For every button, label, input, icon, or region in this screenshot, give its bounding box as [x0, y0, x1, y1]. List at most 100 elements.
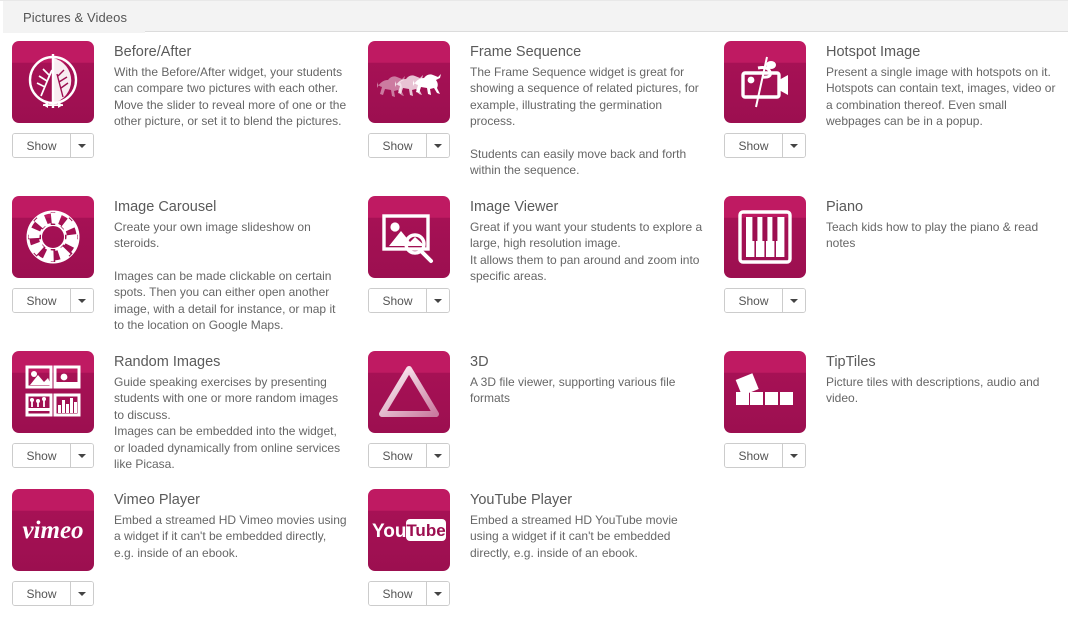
show-split-button[interactable]: Show: [12, 581, 94, 606]
widget-card-3d: Show 3D A 3D file viewer, supporting var…: [356, 351, 712, 489]
widget-text-column: Piano Teach kids how to play the piano &…: [816, 196, 1068, 351]
widget-description: A 3D file viewer, supporting various fil…: [470, 374, 704, 407]
widget-title: TipTiles: [826, 354, 876, 370]
widget-tile-column: You Tube Show: [368, 489, 460, 624]
description-paragraph: A 3D file viewer, supporting various fil…: [470, 375, 676, 406]
chevron-down-icon[interactable]: [71, 134, 93, 157]
chevron-down-icon[interactable]: [427, 134, 449, 157]
widget-title: Hotspot Image: [826, 44, 921, 60]
frame-sequence-horses-icon: [368, 41, 450, 123]
widget-text-column: 3D A 3D file viewer, supporting various …: [460, 351, 712, 489]
widget-tile-column: Show: [12, 41, 104, 196]
widget-title: Piano: [826, 199, 864, 215]
show-button[interactable]: Show: [369, 134, 426, 157]
widget-title: YouTube Player: [470, 492, 573, 508]
show-split-button[interactable]: Show: [724, 133, 806, 158]
widget-row: Show Before/After With the Before/After …: [0, 41, 1068, 196]
widget-card-random-images: Show Random Images Guide speaking exerci…: [0, 351, 356, 489]
show-button[interactable]: Show: [725, 134, 782, 157]
show-split-button[interactable]: Show: [368, 133, 450, 158]
show-button[interactable]: Show: [13, 289, 70, 312]
chevron-down-icon[interactable]: [427, 444, 449, 467]
widget-title: Vimeo Player: [114, 492, 200, 508]
widget-card-hotspot-image: Show Hotspot Image Present a single imag…: [712, 41, 1068, 196]
widget-card-frame-sequence: Show Frame Sequence The Frame Sequence w…: [356, 41, 712, 196]
widget-tile-column: Show: [724, 196, 816, 351]
widget-title: Before/After: [114, 44, 192, 60]
widget-tile-column: Show: [12, 196, 104, 351]
show-split-button[interactable]: Show: [724, 288, 806, 313]
show-split-button[interactable]: Show: [368, 288, 450, 313]
svg-text:Tube: Tube: [406, 521, 445, 540]
chevron-down-icon[interactable]: [427, 289, 449, 312]
show-button[interactable]: Show: [369, 582, 426, 605]
show-split-button[interactable]: Show: [368, 443, 450, 468]
widget-title: Random Images: [114, 354, 221, 370]
widget-text-column: Image Carousel Create your own image sli…: [104, 196, 356, 351]
widget-title: Image Viewer: [470, 199, 559, 215]
description-paragraph: Present a single image with hotspots on …: [826, 65, 1056, 129]
show-button[interactable]: Show: [725, 289, 782, 312]
show-button[interactable]: Show: [13, 582, 70, 605]
widget-tile-column: Show: [724, 41, 816, 196]
chevron-down-icon[interactable]: [427, 582, 449, 605]
widget-tile-column: Show: [368, 41, 460, 196]
chevron-down-icon[interactable]: [71, 444, 93, 467]
widget-text-column: Frame Sequence The Frame Sequence widget…: [460, 41, 712, 196]
chevron-down-icon[interactable]: [71, 289, 93, 312]
chevron-down-icon[interactable]: [783, 289, 805, 312]
svg-text:You: You: [372, 521, 406, 542]
svg-text:vimeo: vimeo: [22, 517, 83, 544]
show-button[interactable]: Show: [13, 134, 70, 157]
show-split-button[interactable]: Show: [368, 581, 450, 606]
widget-card-piano: Show Piano Teach kids how to play the pi…: [712, 196, 1068, 351]
show-split-button[interactable]: Show: [12, 288, 94, 313]
show-button[interactable]: Show: [369, 444, 426, 467]
widget-card-vimeo-player: vimeo Show Vimeo Player Embed a streamed…: [0, 489, 356, 624]
widget-tile-column: Show: [368, 351, 460, 489]
widget-tile-column: Show: [368, 196, 460, 351]
widget-text-column: TipTiles Picture tiles with descriptions…: [816, 351, 1068, 489]
widget-text-column: Random Images Guide speaking exercises b…: [104, 351, 356, 489]
chevron-down-icon[interactable]: [71, 582, 93, 605]
description-paragraph: Embed a streamed HD YouTube movie using …: [470, 513, 678, 560]
3d-triangle-icon: [368, 351, 450, 433]
show-button[interactable]: Show: [725, 444, 782, 467]
widget-tile-column: vimeo Show: [12, 489, 104, 624]
show-split-button[interactable]: Show: [12, 133, 94, 158]
description-paragraph: Picture tiles with descriptions, audio a…: [826, 375, 1040, 406]
widget-text-column: Image Viewer Great if you want your stud…: [460, 196, 712, 351]
show-button[interactable]: Show: [369, 289, 426, 312]
widget-description: Great if you want your students to explo…: [470, 219, 704, 285]
chevron-down-icon[interactable]: [783, 134, 805, 157]
show-button[interactable]: Show: [13, 444, 70, 467]
show-split-button[interactable]: Show: [724, 443, 806, 468]
widget-row: Show Random Images Guide speaking exerci…: [0, 351, 1068, 489]
widget-description: With the Before/After widget, your stude…: [114, 64, 348, 130]
description-paragraph: Embed a streamed HD Vimeo movies using a…: [114, 513, 347, 560]
widget-card-youtube-player: You Tube Show YouTube Player Embed a str…: [356, 489, 712, 624]
widget-description: Present a single image with hotspots on …: [826, 64, 1060, 130]
widget-tile-column: Show: [724, 351, 816, 489]
description-paragraph: With the Before/After widget, your stude…: [114, 65, 347, 129]
tab-pictures-and-videos[interactable]: Pictures & Videos: [0, 1, 146, 33]
widget-description: The Frame Sequence widget is great for s…: [470, 64, 704, 178]
widget-card-image-viewer: Show Image Viewer Great if you want your…: [356, 196, 712, 351]
widget-description: Guide speaking exercises by presenting s…: [114, 374, 348, 472]
widget-description: Create your own image slideshow on stero…: [114, 219, 348, 333]
chevron-down-icon[interactable]: [783, 444, 805, 467]
show-split-button[interactable]: Show: [12, 443, 94, 468]
description-paragraph: The Frame Sequence widget is great for s…: [470, 65, 699, 129]
widget-description: Teach kids how to play the piano & read …: [826, 219, 1060, 252]
description-paragraph: Create your own image slideshow on stero…: [114, 220, 311, 251]
widget-card-tiptiles: Show TipTiles Picture tiles with descrip…: [712, 351, 1068, 489]
widget-text-column: Before/After With the Before/After widge…: [104, 41, 356, 196]
widget-row: Show Image Carousel Create your own imag…: [0, 196, 1068, 351]
image-carousel-ring-icon: [12, 196, 94, 278]
tiptiles-tiles-icon: [724, 351, 806, 433]
widget-title: 3D: [470, 354, 489, 370]
widget-grid: Show Before/After With the Before/After …: [0, 32, 1068, 624]
widget-tile-column: Show: [12, 351, 104, 489]
description-paragraph: Images can be made clickable on certain …: [114, 268, 336, 333]
tab-label: Pictures & Videos: [23, 9, 128, 25]
